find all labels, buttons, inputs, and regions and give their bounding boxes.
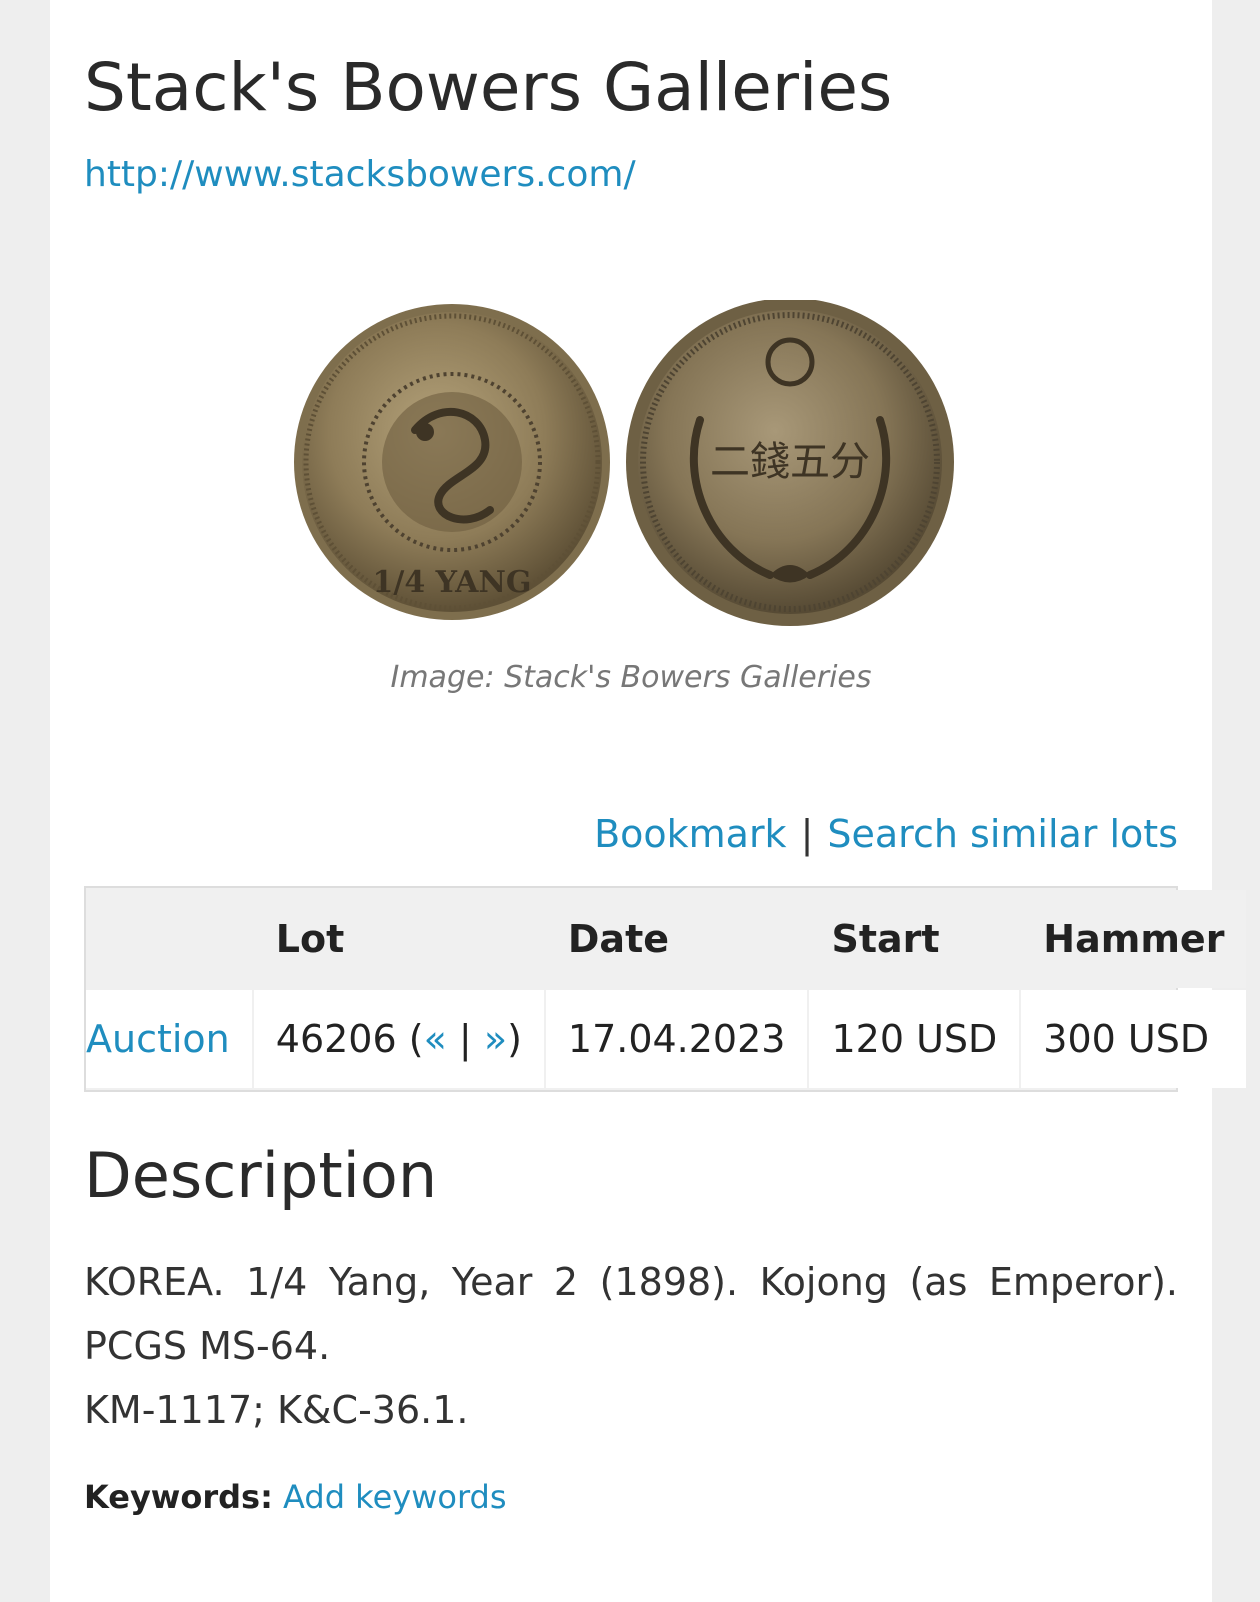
auction-cell: Auction xyxy=(86,990,252,1088)
auction-link[interactable]: Auction xyxy=(86,1017,230,1061)
header-hammer: Hammer xyxy=(1021,890,1247,988)
lot-actions: Bookmark | Search similar lots xyxy=(594,812,1178,856)
keywords-label: Keywords: xyxy=(84,1478,273,1516)
description-body: KOREA. 1/4 Yang, Year 2 (1898). Kojong (… xyxy=(84,1250,1178,1442)
description-line-1: KOREA. 1/4 Yang, Year 2 (1898). Kojong (… xyxy=(84,1260,1178,1368)
search-similar-link[interactable]: Search similar lots xyxy=(827,812,1178,856)
obverse-legend: 1/4 YANG xyxy=(373,565,532,600)
next-lot-link[interactable]: » xyxy=(484,1017,507,1061)
lot-card: Stack's Bowers Galleries http://www.stac… xyxy=(50,0,1247,1602)
lot-table: Lot Date Start Hammer Auction 46206 (« |… xyxy=(84,886,1247,1092)
add-keywords-link[interactable]: Add keywords xyxy=(283,1478,506,1516)
coin-reverse: 二錢五分 xyxy=(626,298,954,626)
keywords-row: Keywords: Add keywords xyxy=(84,1478,507,1516)
date-cell: 17.04.2023 xyxy=(545,990,808,1088)
coin-image[interactable]: 1/4 YANG 二錢五分 xyxy=(290,298,1025,635)
coin-obverse: 1/4 YANG xyxy=(294,304,610,620)
prev-lot-link[interactable]: « xyxy=(424,1017,447,1061)
start-price-cell: 120 USD xyxy=(809,990,1020,1088)
hammer-price-cell: 300 USD xyxy=(1021,990,1247,1088)
description-line-2: KM-1117; K&C-36.1. xyxy=(84,1388,469,1432)
header-date: Date xyxy=(545,890,808,988)
table-row: Auction 46206 (« | ») 17.04.2023 120 USD… xyxy=(86,990,1247,1088)
lot-nav-separator: | xyxy=(458,1017,472,1061)
header-lot: Lot xyxy=(253,890,544,988)
description-heading: Description xyxy=(84,1139,438,1212)
lot-table-header: Lot Date Start Hammer xyxy=(86,890,1247,988)
image-caption: Image: Stack's Bowers Galleries xyxy=(390,660,872,695)
lot-cell: 46206 (« | ») xyxy=(253,990,544,1088)
bookmark-link[interactable]: Bookmark xyxy=(594,812,787,856)
reverse-legend: 二錢五分 xyxy=(710,439,870,485)
lot-number: 46206 xyxy=(275,1017,397,1061)
auction-house-link[interactable]: http://www.stacksbowers.com/ xyxy=(84,154,636,195)
header-start: Start xyxy=(809,890,1020,988)
header-empty xyxy=(86,890,252,988)
page-title: Stack's Bowers Galleries xyxy=(84,49,893,126)
actions-separator: | xyxy=(800,812,814,856)
